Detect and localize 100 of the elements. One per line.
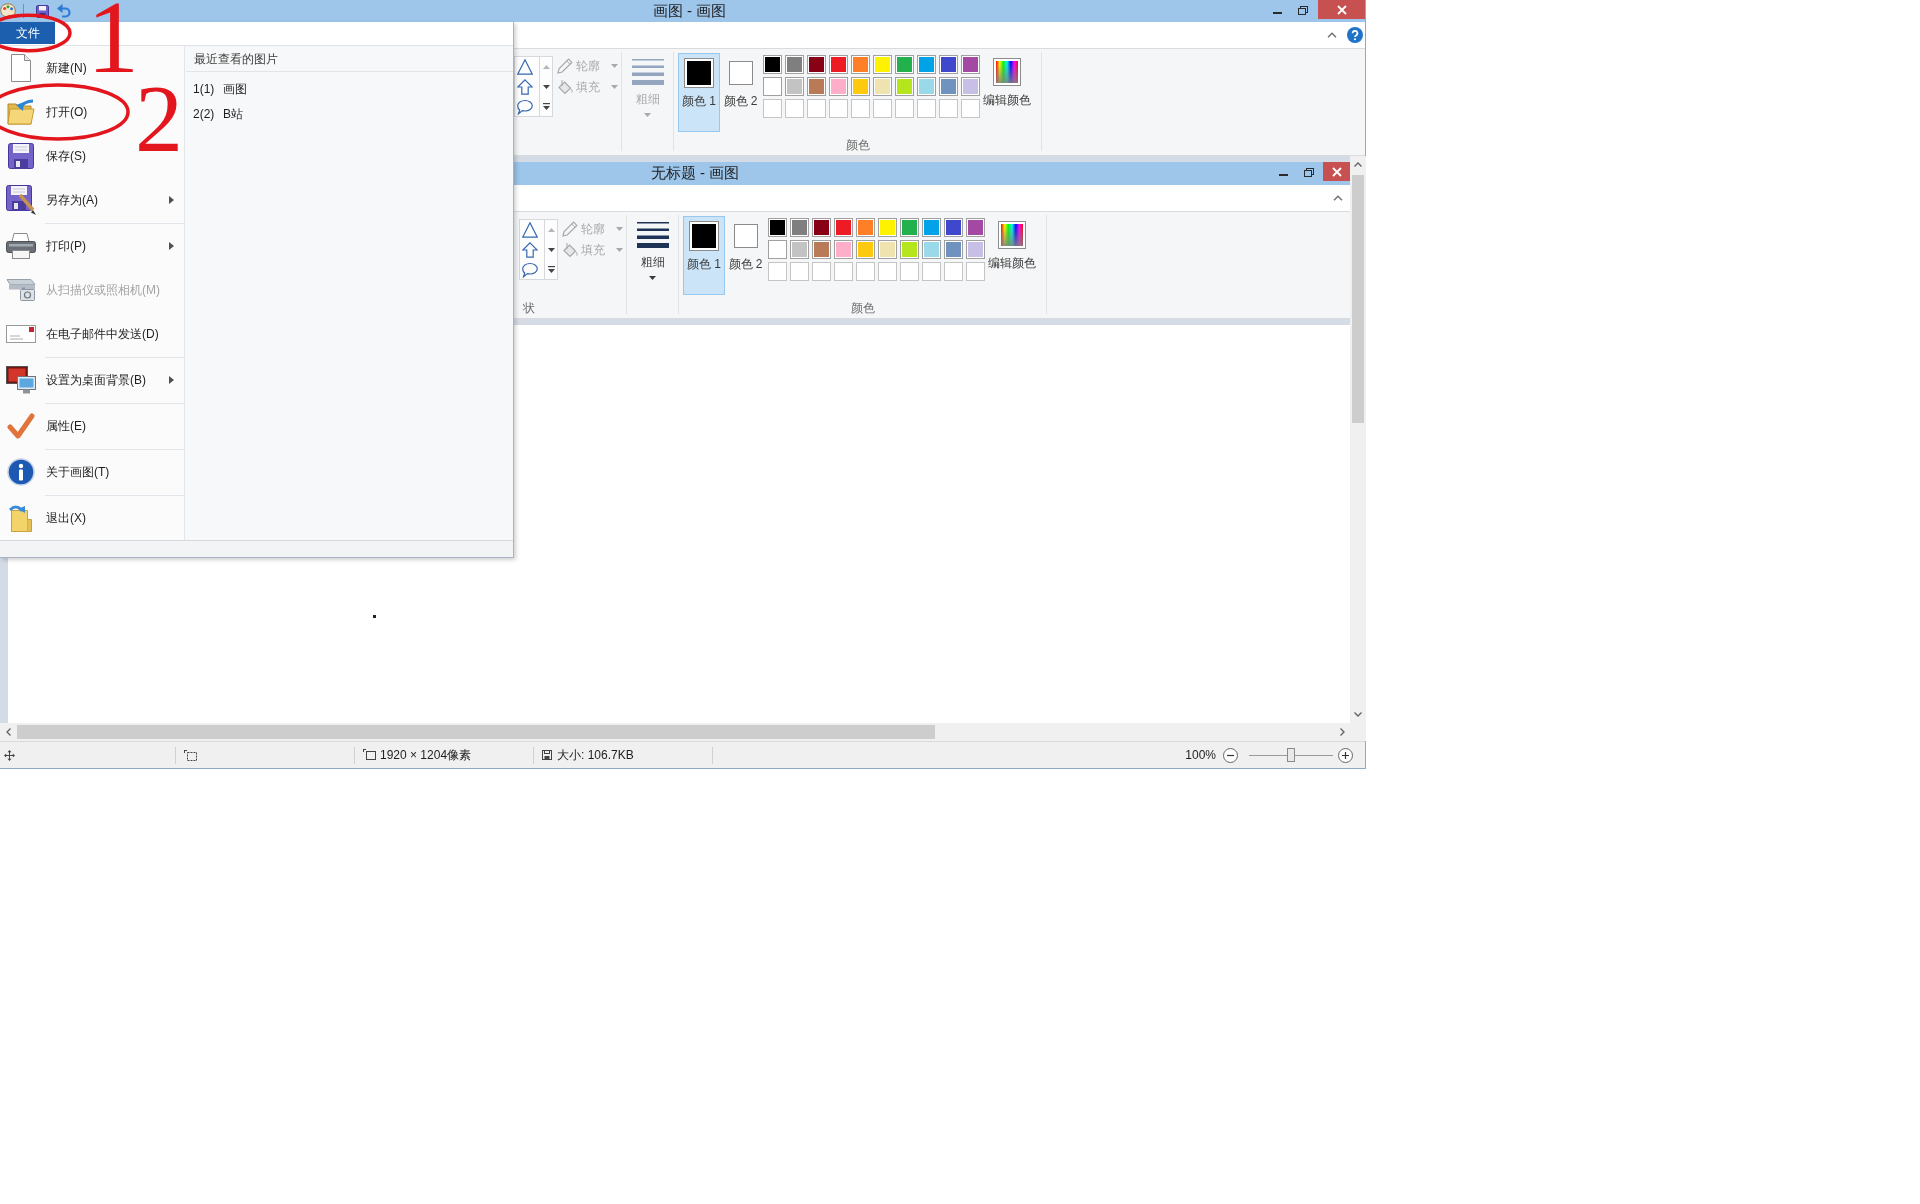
menu-item[interactable]: 打印(P) xyxy=(5,231,184,261)
empty-swatch[interactable] xyxy=(812,262,831,281)
empty-swatch[interactable] xyxy=(944,262,963,281)
color-swatch[interactable] xyxy=(878,218,897,237)
color-swatch[interactable] xyxy=(785,77,804,96)
menu-item[interactable]: 退出(X) xyxy=(5,503,86,533)
empty-swatch[interactable] xyxy=(900,262,919,281)
arrow-shape-icon[interactable] xyxy=(522,242,538,258)
empty-swatch[interactable] xyxy=(966,262,985,281)
scroll-up-icon[interactable] xyxy=(542,64,550,69)
color-swatch[interactable] xyxy=(812,218,831,237)
edit-colors-button[interactable]: 编辑颜色 xyxy=(983,49,1031,107)
color-swatch[interactable] xyxy=(895,55,914,74)
gallery-expand-icon[interactable] xyxy=(542,102,550,110)
empty-swatch[interactable] xyxy=(878,262,897,281)
color-swatch[interactable] xyxy=(851,55,870,74)
color-2-button[interactable]: 颜色 2 xyxy=(728,216,763,295)
close-button[interactable] xyxy=(1318,0,1365,19)
color-swatch[interactable] xyxy=(878,240,897,259)
undo-arrow-icon[interactable] xyxy=(57,4,71,18)
recent-file-item[interactable]: 2(2) B站 xyxy=(185,102,513,127)
color-swatch[interactable] xyxy=(768,240,787,259)
color-swatch[interactable] xyxy=(856,218,875,237)
color-swatch[interactable] xyxy=(966,240,985,259)
color-swatch[interactable] xyxy=(834,218,853,237)
color-swatch[interactable] xyxy=(856,240,875,259)
color-2-button[interactable]: 颜色 2 xyxy=(723,53,758,132)
color-swatch[interactable] xyxy=(807,55,826,74)
slider-thumb[interactable] xyxy=(1287,748,1295,762)
file-tab[interactable]: 文件 xyxy=(0,22,55,44)
color-swatch[interactable] xyxy=(939,55,958,74)
chevron-up-icon[interactable] xyxy=(1327,32,1337,38)
triangle-icon[interactable] xyxy=(522,222,538,238)
menu-item[interactable]: 在电子邮件中发送(D) xyxy=(5,319,159,349)
menu-item[interactable]: 另存为(A) xyxy=(5,185,184,215)
palette-icon[interactable] xyxy=(0,3,16,19)
color-swatch[interactable] xyxy=(785,55,804,74)
empty-swatch[interactable] xyxy=(768,262,787,281)
scrollbar-thumb[interactable] xyxy=(17,725,935,739)
zoom-out-icon[interactable] xyxy=(1223,747,1238,763)
color-swatch[interactable] xyxy=(873,77,892,96)
menu-item[interactable]: 新建(N) xyxy=(5,53,87,83)
empty-swatch[interactable] xyxy=(851,99,870,118)
scroll-down-icon[interactable] xyxy=(542,84,550,89)
color-swatch[interactable] xyxy=(966,218,985,237)
color-swatch[interactable] xyxy=(922,218,941,237)
color-swatch[interactable] xyxy=(829,55,848,74)
line-width-button[interactable]: 粗细 xyxy=(627,212,678,318)
triangle-icon[interactable] xyxy=(517,59,533,75)
color-swatch[interactable] xyxy=(829,77,848,96)
scroll-down-icon[interactable] xyxy=(547,247,555,252)
gallery-expand-icon[interactable] xyxy=(547,265,555,273)
empty-swatch[interactable] xyxy=(834,262,853,281)
color-swatch[interactable] xyxy=(895,77,914,96)
edit-colors-button[interactable]: 编辑颜色 xyxy=(988,212,1036,270)
color-swatch[interactable] xyxy=(763,77,782,96)
color-swatch[interactable] xyxy=(790,218,809,237)
zoom-in-icon[interactable] xyxy=(1338,747,1353,763)
empty-swatch[interactable] xyxy=(961,99,980,118)
help-icon[interactable] xyxy=(1347,27,1363,43)
color-swatch[interactable] xyxy=(873,55,892,74)
empty-swatch[interactable] xyxy=(790,262,809,281)
empty-swatch[interactable] xyxy=(922,262,941,281)
empty-swatch[interactable] xyxy=(939,99,958,118)
color-swatch[interactable] xyxy=(851,77,870,96)
color-swatch[interactable] xyxy=(812,240,831,259)
empty-swatch[interactable] xyxy=(807,99,826,118)
color-swatch[interactable] xyxy=(917,55,936,74)
color-swatch[interactable] xyxy=(834,240,853,259)
empty-swatch[interactable] xyxy=(856,262,875,281)
color-swatch[interactable] xyxy=(939,77,958,96)
empty-swatch[interactable] xyxy=(917,99,936,118)
color-swatch[interactable] xyxy=(790,240,809,259)
color-swatch[interactable] xyxy=(922,240,941,259)
color-swatch[interactable] xyxy=(807,77,826,96)
scroll-up-icon[interactable] xyxy=(547,227,555,232)
close-button[interactable] xyxy=(1323,162,1350,181)
menu-item[interactable]: 属性(E) xyxy=(5,411,86,441)
color-1-button[interactable]: 颜色 1 xyxy=(683,216,725,295)
color-swatch[interactable] xyxy=(763,55,782,74)
color-1-button[interactable]: 颜色 1 xyxy=(678,53,720,132)
empty-swatch[interactable] xyxy=(763,99,782,118)
speech-bubble-icon[interactable] xyxy=(522,262,538,278)
arrow-shape-icon[interactable] xyxy=(517,79,533,95)
recent-file-item[interactable]: 1(1) 画图 xyxy=(185,77,513,102)
menu-item[interactable]: 关于画图(T) xyxy=(5,457,110,487)
empty-swatch[interactable] xyxy=(829,99,848,118)
color-swatch[interactable] xyxy=(944,218,963,237)
color-swatch[interactable] xyxy=(961,55,980,74)
color-swatch[interactable] xyxy=(768,218,787,237)
chevron-up-icon[interactable] xyxy=(1333,195,1343,201)
color-swatch[interactable] xyxy=(917,77,936,96)
speech-bubble-icon[interactable] xyxy=(517,99,533,115)
scrollbar-thumb[interactable] xyxy=(1352,175,1364,423)
empty-swatch[interactable] xyxy=(895,99,914,118)
color-swatch[interactable] xyxy=(900,240,919,259)
empty-swatch[interactable] xyxy=(785,99,804,118)
menu-item[interactable]: 保存(S) xyxy=(5,141,86,171)
color-swatch[interactable] xyxy=(961,77,980,96)
color-swatch[interactable] xyxy=(900,218,919,237)
